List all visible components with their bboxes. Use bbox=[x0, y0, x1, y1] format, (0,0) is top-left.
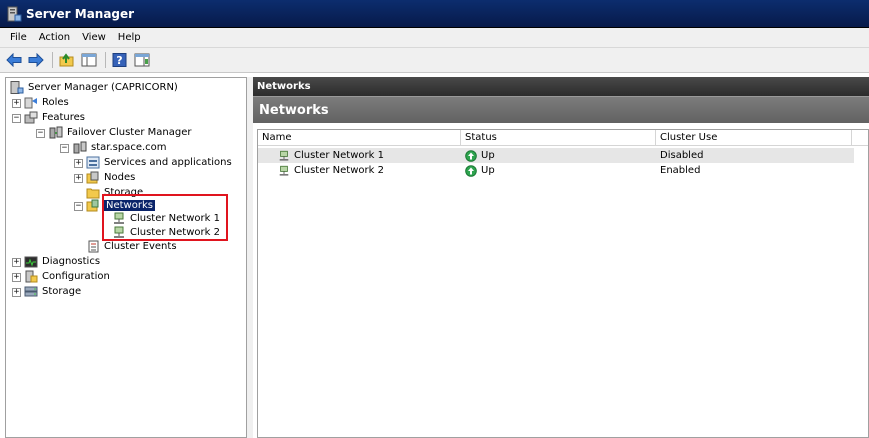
help-button[interactable]: ? bbox=[110, 51, 130, 69]
networks-list[interactable]: Name Status Cluster Use Cluster Network … bbox=[257, 129, 869, 438]
tree-item-cluster-events[interactable]: Cluster Events bbox=[86, 239, 177, 254]
collapse-networks-toggle[interactable]: − bbox=[74, 202, 83, 211]
tree-label: Configuration bbox=[42, 271, 110, 282]
forward-button[interactable] bbox=[26, 51, 46, 69]
tree-item-diagnostics[interactable]: Diagnostics bbox=[24, 254, 100, 269]
tree-label: star.space.com bbox=[91, 142, 167, 153]
column-header-name[interactable]: Name bbox=[258, 130, 461, 145]
menu-file[interactable]: File bbox=[4, 32, 33, 43]
services-icon bbox=[86, 156, 100, 169]
tree-item-cluster[interactable]: star.space.com bbox=[73, 140, 167, 155]
toolbar: ? bbox=[0, 48, 869, 73]
tree-label: Services and applications bbox=[104, 157, 232, 168]
tree-item-features[interactable]: Features bbox=[24, 110, 85, 125]
tree-label: Failover Cluster Manager bbox=[67, 127, 192, 138]
help-icon: ? bbox=[112, 53, 127, 67]
show-hide-tree-icon bbox=[81, 53, 97, 67]
cluster-manager-icon bbox=[49, 126, 63, 139]
storage-icon bbox=[24, 286, 38, 297]
tree-label: Cluster Events bbox=[104, 241, 177, 252]
menu-view[interactable]: View bbox=[76, 32, 112, 43]
tree-item-storage[interactable]: Storage bbox=[24, 284, 81, 299]
events-icon bbox=[88, 240, 99, 253]
menu-bar: File Action View Help bbox=[0, 28, 869, 48]
expand-storage-toggle[interactable]: + bbox=[12, 288, 21, 297]
network-icon bbox=[279, 150, 289, 160]
expand-configuration-toggle[interactable]: + bbox=[12, 273, 21, 282]
row-status-cell: Up bbox=[461, 148, 656, 163]
status-up-icon bbox=[465, 164, 477, 177]
tree-item-failover-cluster-manager[interactable]: Failover Cluster Manager bbox=[49, 125, 192, 140]
row-status: Up bbox=[481, 165, 495, 176]
list-row[interactable]: Cluster Network 2 Up Enabled bbox=[258, 163, 854, 178]
toolbar-separator bbox=[52, 52, 53, 68]
tree-item-services-and-applications[interactable]: Services and applications bbox=[86, 155, 232, 170]
svg-text:?: ? bbox=[116, 54, 122, 67]
title-bar: Server Manager bbox=[0, 0, 869, 28]
tree-label: Features bbox=[42, 112, 85, 123]
details-section-title: Networks bbox=[253, 96, 869, 123]
list-column-headers: Name Status Cluster Use bbox=[258, 130, 868, 146]
menu-action[interactable]: Action bbox=[33, 32, 76, 43]
tree-label: Diagnostics bbox=[42, 256, 101, 267]
cluster-icon bbox=[73, 141, 87, 154]
configuration-icon bbox=[25, 270, 38, 283]
row-name-cell: Cluster Network 1 bbox=[258, 148, 461, 163]
tree-label: Server Manager (CAPRICORN) bbox=[28, 82, 178, 93]
server-icon bbox=[10, 81, 24, 94]
up-level-button[interactable] bbox=[57, 51, 77, 69]
details-header: Networks bbox=[253, 77, 869, 96]
show-hide-tree-button[interactable] bbox=[79, 51, 99, 69]
details-pane: Networks Networks Name Status Cluster Us… bbox=[253, 77, 869, 438]
annotation-highlight-box bbox=[102, 194, 228, 241]
collapse-cluster-toggle[interactable]: − bbox=[60, 144, 69, 153]
networks-icon bbox=[86, 199, 99, 212]
row-cluster-use: Disabled bbox=[660, 150, 704, 161]
column-header-filler bbox=[852, 130, 866, 145]
back-button[interactable] bbox=[4, 51, 24, 69]
window-title: Server Manager bbox=[26, 6, 135, 21]
up-folder-icon bbox=[59, 53, 74, 67]
network-icon bbox=[279, 165, 289, 175]
row-name-cell: Cluster Network 2 bbox=[258, 163, 461, 178]
list-row[interactable]: Cluster Network 1 Up Disabled bbox=[258, 148, 854, 163]
console-tree[interactable]: Server Manager (CAPRICORN) + Roles − Fea… bbox=[5, 77, 247, 438]
column-header-cluster-use[interactable]: Cluster Use bbox=[656, 130, 852, 145]
tree-item-nodes[interactable]: Nodes bbox=[86, 170, 135, 185]
collapse-features-toggle[interactable]: − bbox=[12, 114, 21, 123]
back-arrow-icon bbox=[6, 53, 22, 67]
roles-icon bbox=[24, 97, 37, 109]
row-status-cell: Up bbox=[461, 163, 656, 178]
column-header-status[interactable]: Status bbox=[461, 130, 656, 145]
row-name: Cluster Network 2 bbox=[294, 165, 384, 176]
row-status: Up bbox=[481, 150, 495, 161]
tree-item-configuration[interactable]: Configuration bbox=[24, 269, 110, 284]
status-up-icon bbox=[465, 149, 477, 162]
tree-label: Roles bbox=[42, 97, 69, 108]
action-pane-icon bbox=[134, 53, 150, 67]
tree-item-roles[interactable]: Roles bbox=[24, 95, 69, 110]
tree-item-server-manager[interactable]: Server Manager (CAPRICORN) bbox=[10, 80, 178, 95]
row-name: Cluster Network 1 bbox=[294, 150, 384, 161]
row-cluster-use: Enabled bbox=[660, 165, 701, 176]
forward-arrow-icon bbox=[28, 53, 44, 67]
tree-label: Nodes bbox=[104, 172, 136, 183]
toolbar-separator bbox=[105, 52, 106, 68]
tree-label: Storage bbox=[42, 286, 82, 297]
features-icon bbox=[24, 111, 38, 124]
menu-help[interactable]: Help bbox=[112, 32, 147, 43]
collapse-fcm-toggle[interactable]: − bbox=[36, 129, 45, 138]
action-pane-button[interactable] bbox=[132, 51, 152, 69]
expand-roles-toggle[interactable]: + bbox=[12, 99, 21, 108]
nodes-icon bbox=[86, 171, 99, 184]
diagnostics-icon bbox=[24, 256, 38, 268]
expand-diagnostics-toggle[interactable]: + bbox=[12, 258, 21, 267]
expand-nodes-toggle[interactable]: + bbox=[74, 174, 83, 183]
expand-services-toggle[interactable]: + bbox=[74, 159, 83, 168]
server-manager-icon bbox=[7, 6, 22, 21]
